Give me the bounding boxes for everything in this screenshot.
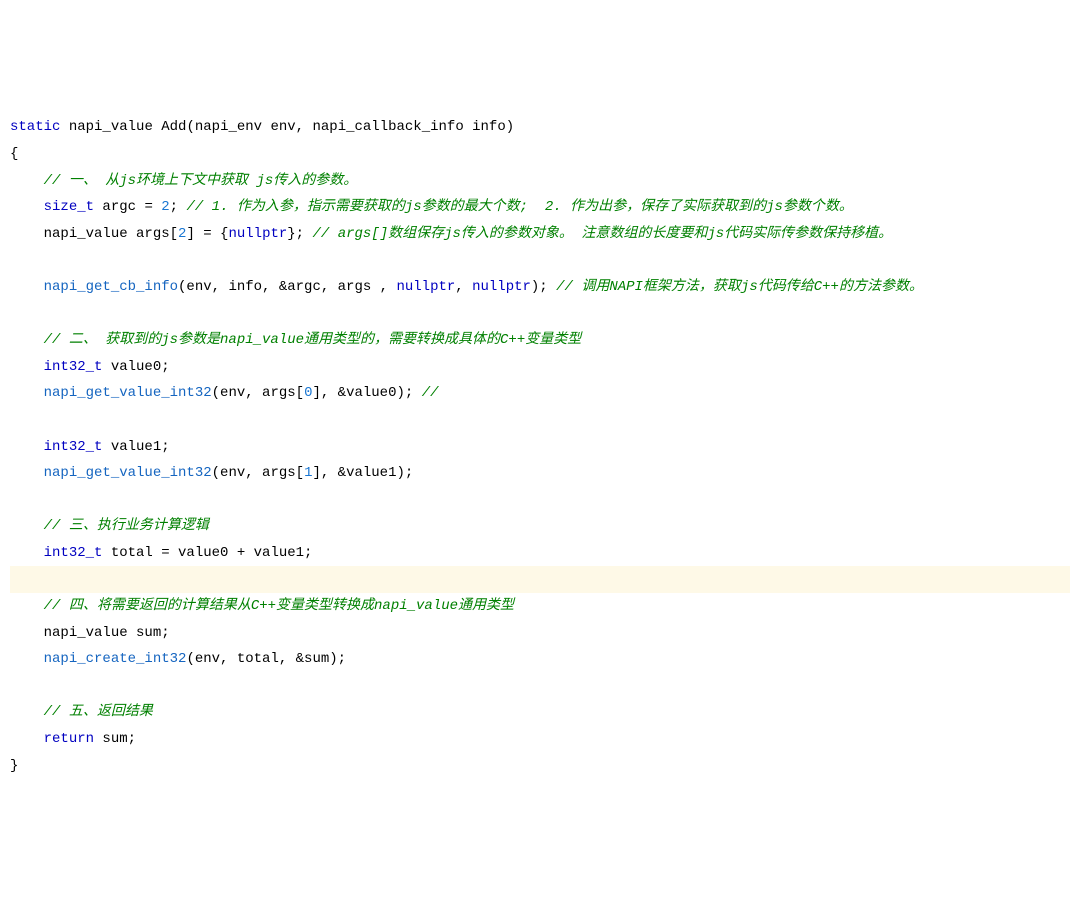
code-line-24: return sum; bbox=[10, 726, 1070, 753]
type-int32: int32_t bbox=[44, 359, 103, 375]
indent bbox=[10, 704, 44, 720]
indent bbox=[10, 385, 44, 401]
code-line-20: napi_value sum; bbox=[10, 620, 1070, 647]
number-literal: 2 bbox=[161, 199, 169, 215]
code-line-16: // 三、执行业务计算逻辑 bbox=[10, 513, 1070, 540]
stmt-end: }; bbox=[287, 226, 312, 242]
comment-section-2: // 二、 获取到的js参数是napi_value通用类型的，需要转换成具体的C… bbox=[44, 332, 582, 348]
var-decl: sum; bbox=[128, 625, 170, 641]
comment-section-1: // 一、 从js环境上下文中获取 js传入的参数。 bbox=[44, 173, 358, 189]
return-var: sum; bbox=[94, 731, 136, 747]
code-line-17: int32_t total = value0 + value1; bbox=[10, 540, 1070, 567]
code-line-6-blank bbox=[10, 247, 1070, 274]
code-line-25: } bbox=[10, 753, 1070, 780]
params: (napi_env env, napi_callback_info info) bbox=[186, 119, 514, 135]
type-napi-value: napi_value bbox=[44, 226, 128, 242]
args-close: ], &value1); bbox=[312, 465, 413, 481]
indent bbox=[10, 359, 44, 375]
type-napi-value: napi_value bbox=[44, 625, 128, 641]
indent bbox=[10, 598, 44, 614]
var-decl: value1; bbox=[102, 439, 169, 455]
keyword-return: return bbox=[44, 731, 94, 747]
indent bbox=[10, 465, 44, 481]
indent bbox=[10, 173, 44, 189]
keyword-nullptr: nullptr bbox=[396, 279, 455, 295]
indent bbox=[10, 279, 44, 295]
close-brace: } bbox=[10, 758, 18, 774]
code-line-2: { bbox=[10, 141, 1070, 168]
comment-inline: // 调用NAPI框架方法，获取js代码传给C++的方法参数。 bbox=[556, 279, 923, 295]
comment-section-5: // 五、返回结果 bbox=[44, 704, 153, 720]
code-line-12-blank bbox=[10, 407, 1070, 434]
comment-section-3: // 三、执行业务计算逻辑 bbox=[44, 518, 209, 534]
keyword-nullptr: nullptr bbox=[228, 226, 287, 242]
indent bbox=[10, 439, 44, 455]
indent bbox=[10, 625, 44, 641]
type-int32: int32_t bbox=[44, 439, 103, 455]
indent bbox=[10, 199, 44, 215]
code-line-7: napi_get_cb_info(env, info, &argc, args … bbox=[10, 274, 1070, 301]
code-line-14: napi_get_value_int32(env, args[1], &valu… bbox=[10, 460, 1070, 487]
code-line-9: // 二、 获取到的js参数是napi_value通用类型的，需要转换成具体的C… bbox=[10, 327, 1070, 354]
args: (env, info, &argc, args , bbox=[178, 279, 396, 295]
var-decl: argc = bbox=[94, 199, 161, 215]
var-decl: args[ bbox=[128, 226, 178, 242]
type-size-t: size_t bbox=[44, 199, 94, 215]
indent bbox=[10, 518, 44, 534]
comment-inline: // args[]数组保存js传入的参数对象。 注意数组的长度要和js代码实际传… bbox=[313, 226, 893, 242]
semicolon: ; bbox=[170, 199, 187, 215]
code-line-8-blank bbox=[10, 301, 1070, 328]
code-line-21: napi_create_int32(env, total, &sum); bbox=[10, 646, 1070, 673]
indent bbox=[10, 226, 44, 242]
code-block: static napi_value Add(napi_env env, napi… bbox=[10, 114, 1070, 779]
code-line-19: // 四、将需要返回的计算结果从C++变量类型转换成napi_value通用类型 bbox=[10, 593, 1070, 620]
code-line-11: napi_get_value_int32(env, args[0], &valu… bbox=[10, 380, 1070, 407]
args-close: ], &value0); bbox=[312, 385, 421, 401]
keyword-static: static bbox=[10, 119, 60, 135]
keyword-nullptr: nullptr bbox=[472, 279, 531, 295]
type-int32: int32_t bbox=[44, 545, 103, 561]
open-brace: { bbox=[10, 146, 18, 162]
var-decl: value0; bbox=[102, 359, 169, 375]
code-line-18-blank-highlighted bbox=[10, 566, 1070, 593]
comma: , bbox=[455, 279, 472, 295]
code-line-5: napi_value args[2] = {nullptr}; // args[… bbox=[10, 221, 1070, 248]
type-napi-value: napi_value bbox=[69, 119, 153, 135]
args: (env, args[ bbox=[212, 385, 304, 401]
bracket-close: ] = { bbox=[186, 226, 228, 242]
args: (env, total, &sum); bbox=[186, 651, 346, 667]
function-call: napi_create_int32 bbox=[44, 651, 187, 667]
close-paren: ); bbox=[531, 279, 556, 295]
code-line-15-blank bbox=[10, 487, 1070, 514]
var-decl: total = value0 + value1; bbox=[102, 545, 312, 561]
code-line-4: size_t argc = 2; // 1. 作为入参，指示需要获取的js参数的… bbox=[10, 194, 1070, 221]
function-name-add: Add bbox=[161, 119, 186, 135]
indent bbox=[10, 651, 44, 667]
function-call: napi_get_value_int32 bbox=[44, 465, 212, 481]
code-line-22-blank bbox=[10, 673, 1070, 700]
code-line-23: // 五、返回结果 bbox=[10, 699, 1070, 726]
comment-section-4: // 四、将需要返回的计算结果从C++变量类型转换成napi_value通用类型 bbox=[44, 598, 514, 614]
comment-inline: // 1. 作为入参，指示需要获取的js参数的最大个数; 2. 作为出参，保存了… bbox=[186, 199, 852, 215]
args: (env, args[ bbox=[212, 465, 304, 481]
code-line-13: int32_t value1; bbox=[10, 434, 1070, 461]
indent bbox=[10, 545, 44, 561]
code-line-3: // 一、 从js环境上下文中获取 js传入的参数。 bbox=[10, 168, 1070, 195]
indent bbox=[10, 731, 44, 747]
function-call: napi_get_cb_info bbox=[44, 279, 178, 295]
comment-empty: // bbox=[422, 385, 439, 401]
indent bbox=[10, 332, 44, 348]
function-call: napi_get_value_int32 bbox=[44, 385, 212, 401]
code-line-10: int32_t value0; bbox=[10, 354, 1070, 381]
code-line-1: static napi_value Add(napi_env env, napi… bbox=[10, 114, 1070, 141]
